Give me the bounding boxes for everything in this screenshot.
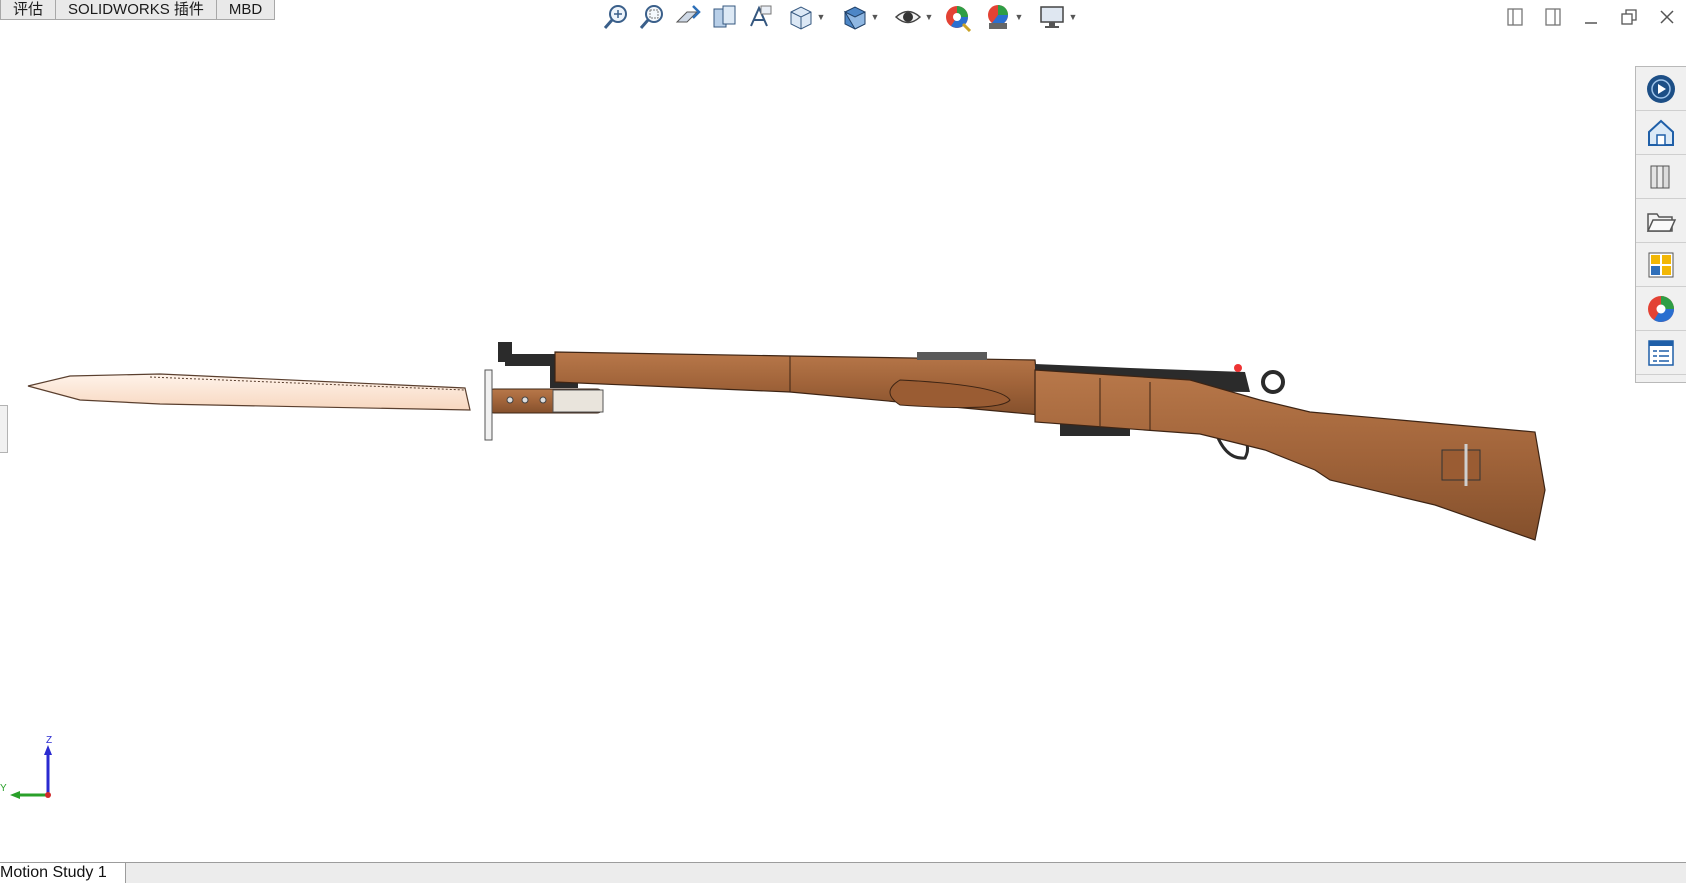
dynamic-annotation-views-button[interactable] (742, 1, 778, 33)
heads-up-view-toolbar: ▼ ▼ ▼ ▼ ▼ (598, 0, 1084, 34)
window-controls (1496, 0, 1686, 34)
zoom-to-area-icon (639, 5, 663, 29)
rifle-forestock (554, 351, 1041, 416)
solidworks-resources-icon (1647, 74, 1675, 103)
edit-appearance-button[interactable] (940, 1, 976, 33)
tp-appearances-scenes[interactable] (1636, 287, 1686, 331)
close-button[interactable] (1648, 2, 1686, 32)
tile-right-icon (1545, 8, 1561, 26)
section-view-button[interactable] (706, 1, 742, 33)
minimize-icon (1585, 22, 1597, 24)
hide-show-items-icon (894, 10, 921, 24)
chevron-down-icon: ▼ (1014, 12, 1024, 22)
display-style-button[interactable]: ▼ (832, 1, 886, 33)
view-settings-button[interactable]: ▼ (1030, 1, 1084, 33)
open-folder-icon (1646, 212, 1677, 232)
reference-triad: Z Y (0, 735, 52, 799)
file-explorer-icon (1650, 165, 1670, 188)
tp-solidworks-resources[interactable] (1636, 67, 1686, 111)
view-settings-icon (1039, 6, 1064, 28)
tp-design-library[interactable] (1636, 111, 1686, 155)
tp-view-palette[interactable] (1636, 243, 1686, 287)
apply-scene-icon (987, 5, 1008, 29)
command-manager-tabs: 评估 SOLIDWORKS 插件 MBD (0, 0, 276, 21)
design-library-icon (1648, 119, 1674, 146)
tp-file-explorer[interactable] (1636, 155, 1686, 199)
chevron-down-icon: ▼ (1068, 12, 1078, 22)
chevron-down-icon: ▼ (870, 12, 880, 22)
minimize-button[interactable] (1572, 2, 1610, 32)
bayonet-blade (27, 373, 471, 411)
tab-mbd[interactable]: MBD (216, 0, 276, 20)
restore-icon (1621, 9, 1637, 25)
hide-show-items-button[interactable]: ▼ (886, 1, 940, 33)
section-view-icon (713, 5, 736, 28)
tab-solidworks-addins[interactable]: SOLIDWORKS 插件 (56, 0, 217, 20)
chevron-down-icon: ▼ (924, 12, 934, 22)
edit-appearance-icon (946, 6, 972, 32)
view-palette-icon (1648, 252, 1674, 277)
display-style-icon (843, 6, 866, 30)
close-icon (1660, 10, 1674, 24)
apply-scene-button[interactable]: ▼ (976, 1, 1030, 33)
tp-open-folder[interactable] (1636, 199, 1686, 243)
tab-evaluate[interactable]: 评估 (0, 0, 57, 20)
triad-y-label: Y (0, 783, 7, 794)
triad-z-label: Z (46, 735, 52, 746)
previous-view-icon (675, 5, 701, 23)
tile-left-icon (1507, 8, 1523, 26)
appearances-scenes-icon (1648, 295, 1675, 322)
restore-left-button[interactable] (1496, 2, 1534, 32)
tab-motion-study-1[interactable]: Motion Study 1 (0, 863, 126, 883)
view-orientation-icon (790, 6, 812, 30)
zoom-to-fit-icon (603, 5, 627, 29)
previous-view-button[interactable] (670, 1, 706, 33)
rifle-buttstock (1034, 369, 1546, 541)
view-orientation-button[interactable]: ▼ (778, 1, 832, 33)
zoom-to-fit-button[interactable] (598, 1, 634, 33)
zoom-to-area-button[interactable] (634, 1, 670, 33)
bottom-tab-bar: Motion Study 1 (0, 862, 1686, 883)
restore-right-button[interactable] (1534, 2, 1572, 32)
restore-down-button[interactable] (1610, 2, 1648, 32)
rifle-model-viewport[interactable] (0, 330, 1686, 590)
chevron-down-icon: ▼ (816, 12, 826, 22)
dynamic-annotation-views-icon (750, 5, 772, 27)
